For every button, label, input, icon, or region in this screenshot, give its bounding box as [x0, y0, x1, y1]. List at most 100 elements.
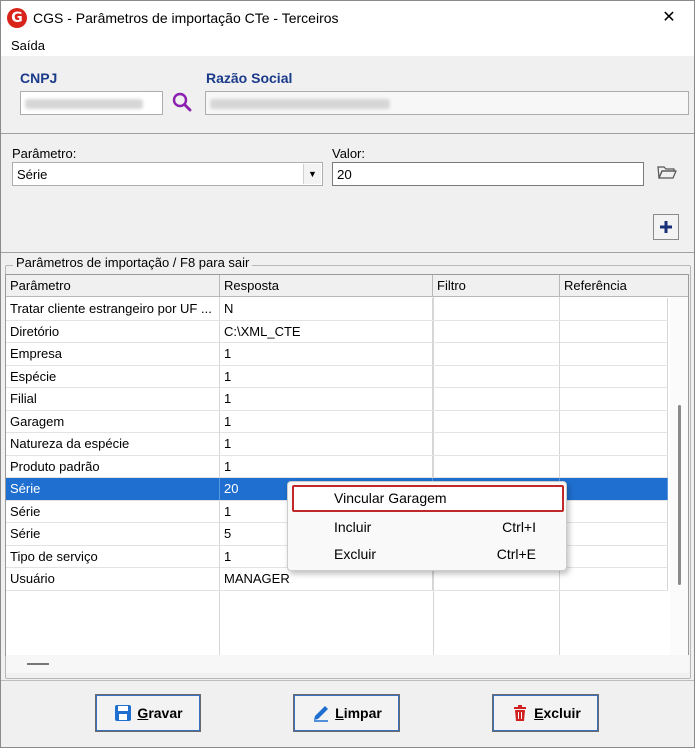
- cnpj-redacted: [25, 99, 143, 109]
- table-row[interactable]: Produto padrão 1: [6, 455, 668, 478]
- grid-header: Parâmetro Resposta Filtro Referência: [6, 275, 688, 297]
- table-cell[interactable]: 1: [220, 410, 433, 433]
- table-cell[interactable]: C:\XML_CTE: [220, 320, 433, 343]
- table-cell[interactable]: 1: [220, 433, 433, 455]
- divider: [1, 252, 694, 253]
- folder-open-icon[interactable]: [656, 162, 678, 182]
- table-cell[interactable]: [560, 410, 668, 433]
- table-cell[interactable]: [560, 568, 668, 590]
- cnpj-label: CNPJ: [20, 70, 58, 86]
- table-cell[interactable]: Série: [6, 500, 220, 523]
- scrollbar-thumb[interactable]: [678, 405, 681, 585]
- parametro-select[interactable]: Série ▼: [12, 162, 323, 186]
- table-cell[interactable]: [433, 568, 560, 590]
- table-cell[interactable]: Tratar cliente estrangeiro por UF ...: [6, 298, 220, 320]
- table-cell[interactable]: [560, 500, 668, 523]
- table-cell[interactable]: Diretório: [6, 320, 220, 343]
- limpar-button[interactable]: Limpar: [293, 694, 400, 732]
- menu-item-saida[interactable]: Saída: [11, 38, 45, 53]
- limpar-label: impar: [343, 705, 382, 721]
- table-cell[interactable]: [560, 320, 668, 343]
- razao-social-redacted: [210, 99, 390, 109]
- menu-item-incluir[interactable]: Incluir Ctrl+I: [292, 514, 564, 541]
- gravar-button[interactable]: Gravar: [95, 694, 201, 732]
- table-row[interactable]: Empresa 1: [6, 343, 668, 366]
- add-button[interactable]: [653, 214, 679, 240]
- table-row[interactable]: Usuário MANAGER: [6, 568, 668, 591]
- table-cell[interactable]: 1: [220, 365, 433, 388]
- table-cell[interactable]: [433, 298, 560, 320]
- table-cell[interactable]: [433, 343, 560, 365]
- table-cell[interactable]: [433, 455, 560, 478]
- table-cell[interactable]: Produto padrão: [6, 455, 220, 478]
- menu-item-label: Vincular Garagem: [334, 490, 447, 506]
- table-cell[interactable]: [560, 523, 668, 545]
- chevron-down-icon[interactable]: ▼: [303, 164, 321, 184]
- cnpj-field[interactable]: [20, 91, 163, 115]
- table-cell[interactable]: Espécie: [6, 365, 220, 388]
- table-cell[interactable]: [433, 320, 560, 343]
- search-icon[interactable]: [171, 91, 193, 113]
- table-cell[interactable]: 1: [220, 455, 433, 478]
- menu-item-shortcut: Ctrl+I: [502, 519, 536, 535]
- table-cell[interactable]: Empresa: [6, 343, 220, 365]
- table-cell[interactable]: [433, 410, 560, 433]
- parametro-select-value: Série: [17, 167, 48, 182]
- window-title: CGS - Parâmetros de importação CTe - Ter…: [33, 9, 339, 26]
- column-header-filtro[interactable]: Filtro: [433, 275, 560, 297]
- table-row[interactable]: Tratar cliente estrangeiro por UF ... N: [6, 298, 668, 321]
- table-cell[interactable]: [560, 478, 668, 500]
- column-header-resposta[interactable]: Resposta: [220, 275, 433, 297]
- table-cell[interactable]: [560, 455, 668, 478]
- valor-label: Valor:: [332, 146, 365, 161]
- table-cell[interactable]: Série: [6, 523, 220, 545]
- razao-social-label: Razão Social: [206, 70, 293, 86]
- table-cell[interactable]: [560, 545, 668, 568]
- menu-item-excluir[interactable]: Excluir Ctrl+E: [292, 541, 564, 568]
- valor-input[interactable]: [332, 162, 644, 186]
- table-cell[interactable]: MANAGER: [220, 568, 433, 590]
- menu-item-vincular-garagem[interactable]: Vincular Garagem: [292, 485, 564, 512]
- table-row[interactable]: Natureza da espécie 1: [6, 433, 668, 456]
- table-cell[interactable]: Natureza da espécie: [6, 433, 220, 455]
- table-cell[interactable]: Filial: [6, 388, 220, 410]
- table-cell[interactable]: [560, 365, 668, 388]
- table-cell[interactable]: 1: [220, 343, 433, 365]
- table-cell[interactable]: Tipo de serviço: [6, 545, 220, 568]
- table-row[interactable]: Espécie 1: [6, 365, 668, 388]
- title-bar: G CGS - Parâmetros de importação CTe - T…: [1, 1, 694, 34]
- horizontal-scrollbar-thumb[interactable]: [27, 663, 49, 665]
- column-header-parametro[interactable]: Parâmetro: [6, 275, 220, 297]
- vertical-scrollbar[interactable]: [670, 297, 688, 655]
- table-cell[interactable]: [560, 343, 668, 365]
- table-row[interactable]: Filial 1: [6, 388, 668, 411]
- app-logo-icon: G: [7, 7, 27, 28]
- column-header-referencia[interactable]: Referência: [560, 275, 688, 297]
- menu-bar: Saída: [1, 34, 694, 56]
- table-cell[interactable]: [433, 433, 560, 455]
- pencil-icon: [314, 706, 329, 722]
- menu-item-label: Excluir: [334, 546, 377, 562]
- table-cell[interactable]: [560, 298, 668, 320]
- save-icon: [115, 705, 132, 721]
- excluir-button[interactable]: Excluir: [492, 694, 599, 732]
- divider: [1, 680, 694, 681]
- razao-social-field[interactable]: [205, 91, 689, 115]
- table-cell[interactable]: Usuário: [6, 568, 220, 590]
- table-cell[interactable]: [560, 433, 668, 455]
- table-row[interactable]: Garagem 1: [6, 410, 668, 433]
- parametro-label: Parâmetro:: [12, 146, 77, 161]
- table-cell[interactable]: Garagem: [6, 410, 220, 433]
- table-row[interactable]: Diretório C:\XML_CTE: [6, 320, 668, 343]
- table-cell[interactable]: Série: [6, 478, 220, 500]
- table-cell[interactable]: [433, 365, 560, 388]
- plus-icon: [660, 221, 672, 233]
- horizontal-scrollbar[interactable]: [6, 655, 689, 673]
- table-cell[interactable]: 1: [220, 388, 433, 410]
- context-menu: Vincular Garagem Incluir Ctrl+I Excluir …: [287, 481, 567, 571]
- close-button[interactable]: ✕: [658, 6, 680, 28]
- table-cell[interactable]: [433, 388, 560, 410]
- table-cell[interactable]: [560, 388, 668, 410]
- gravar-label: ravar: [148, 705, 183, 721]
- table-cell[interactable]: N: [220, 298, 433, 320]
